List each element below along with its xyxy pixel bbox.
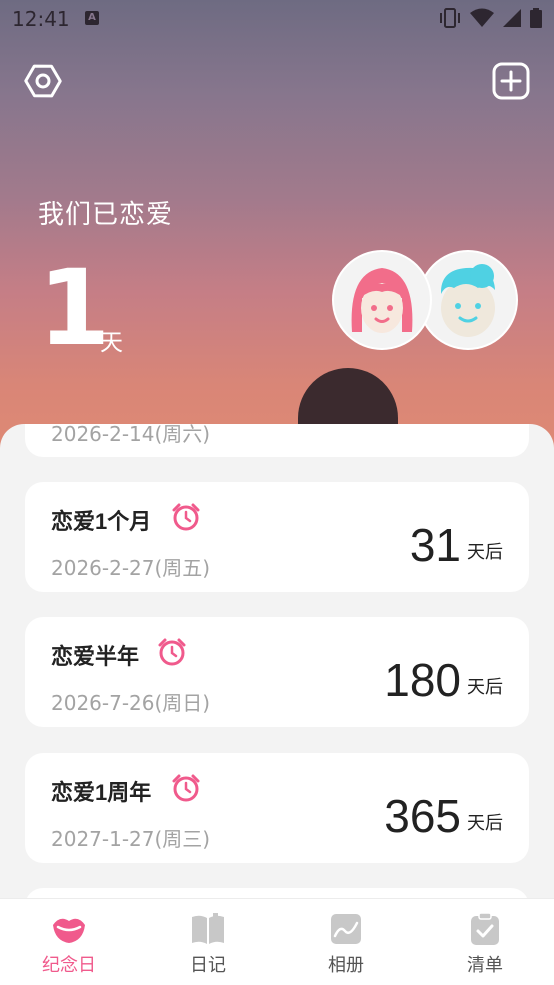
settings-button[interactable] — [23, 61, 63, 101]
notification-a-icon: A — [85, 11, 99, 25]
book-icon — [192, 913, 224, 944]
lips-icon — [53, 918, 85, 943]
anniversary-card-partial[interactable]: 2026-2-14(周六) — [25, 424, 529, 457]
tab-label: 清单 — [467, 955, 503, 976]
status-time: 12:41 — [12, 7, 70, 31]
vibrate-icon — [440, 8, 460, 28]
battery-icon — [530, 8, 542, 28]
girl-face-icon — [351, 268, 413, 333]
days-remaining: 31 — [409, 519, 461, 571]
signal-icon — [503, 9, 521, 27]
add-button[interactable] — [491, 61, 531, 101]
add-square-icon — [492, 62, 530, 100]
anniversary-date: 2026-2-27(周五) — [51, 556, 211, 580]
tab-label: 相册 — [328, 955, 364, 976]
days-remaining: 180 — [384, 654, 461, 706]
days-remaining-unit: 天后 — [467, 677, 503, 698]
boy-face-icon — [440, 264, 495, 337]
tab-anniversary[interactable]: 纪念日 — [0, 899, 138, 985]
days-remaining-unit: 天后 — [467, 542, 503, 563]
alarm-clock-icon — [172, 503, 200, 531]
days-remaining: 365 — [384, 790, 461, 842]
anniversary-date: 2027-1-27(周三) — [51, 827, 211, 851]
alarm-clock-icon — [158, 638, 186, 666]
tab-checklist[interactable]: 清单 — [416, 899, 554, 985]
anniversary-card[interactable]: 恋爱1周年 2027-1-27(周三) 365 天后 — [25, 753, 529, 863]
girl-avatar[interactable] — [332, 250, 432, 350]
page-title: 我们已恋爱 — [38, 200, 174, 230]
anniversary-title: 恋爱半年 — [51, 644, 140, 669]
bottom-tab-bar: 纪念日 日记 相册 清单 — [0, 898, 554, 985]
anniversary-date: 2026-7-26(周日) — [51, 691, 211, 715]
hero-background — [0, 0, 554, 470]
tab-diary[interactable]: 日记 — [139, 899, 277, 985]
settings-hexagon-icon — [24, 64, 62, 98]
anniversary-card[interactable]: 恋爱1个月 2026-2-27(周五) 31 天后 — [25, 482, 529, 592]
days-remaining-unit: 天后 — [467, 813, 503, 834]
wifi-icon — [470, 8, 494, 27]
checklist-icon — [471, 912, 499, 945]
tab-label: 日记 — [190, 955, 226, 976]
anniversary-card[interactable]: 恋爱半年 2026-7-26(周日) 180 天后 — [25, 617, 529, 727]
anniversary-date: 2026-2-14(周六) — [51, 424, 211, 446]
days-unit: 天 — [100, 330, 123, 356]
photo-icon — [331, 914, 361, 944]
anniversary-title: 恋爱1个月 — [51, 509, 152, 534]
boy-avatar[interactable] — [418, 250, 518, 350]
tab-album[interactable]: 相册 — [277, 899, 415, 985]
status-bar: 12:41 A — [0, 0, 554, 38]
tab-label: 纪念日 — [42, 955, 96, 976]
anniversary-title: 恋爱1周年 — [51, 780, 152, 805]
alarm-clock-icon — [172, 774, 200, 802]
